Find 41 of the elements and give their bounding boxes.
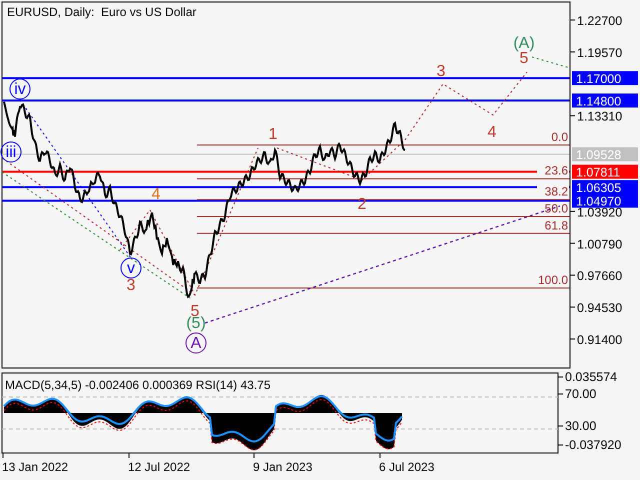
wave-label: iv xyxy=(14,81,26,98)
chart-title: EURUSD, Daily: Euro vs US Dollar xyxy=(7,5,196,19)
wave-projection-line xyxy=(532,56,570,68)
price-axis-label: 1.13310 xyxy=(577,110,622,124)
price-axis-label: 0.91400 xyxy=(577,333,622,347)
price-axis-label: 1.22700 xyxy=(577,14,622,28)
wave-label: 5 xyxy=(520,50,528,67)
fibonacci-label: 100.0 xyxy=(538,273,568,287)
indicator-axis-label: 30.00 xyxy=(565,419,596,433)
time-axis-label: 13 Jan 2022 xyxy=(2,460,68,474)
price-level-badge: 1.06305 xyxy=(572,180,638,196)
price-level-badge: 1.14800 xyxy=(572,94,638,109)
price-level-badge: 1.09528 xyxy=(572,147,638,162)
wave-label: 4 xyxy=(488,124,496,141)
price-axis-label: 1.00790 xyxy=(577,237,622,252)
price-axis-label: 0.94530 xyxy=(577,301,622,316)
wave-label: 4 xyxy=(152,186,160,203)
wave-label: A xyxy=(190,335,202,352)
wave-label: v xyxy=(127,260,135,277)
indicator-axis-label: -0.037920 xyxy=(565,438,622,452)
wave-label: (A) xyxy=(513,35,535,52)
fibonacci-label: 0.0 xyxy=(551,130,568,144)
wave-label: 1 xyxy=(268,126,278,143)
fibonacci-label: 23.6 xyxy=(544,164,568,178)
price-axis-label: 1.19570 xyxy=(577,46,622,60)
wave-label: 3 xyxy=(126,277,136,294)
fibonacci-label: 61.8 xyxy=(544,218,568,232)
price-level-badge: 1.04970 xyxy=(572,194,638,209)
fibonacci-label: 50.0 xyxy=(544,202,568,216)
indicator-axis-label: 70.00 xyxy=(565,387,596,401)
fibonacci-label: 38.2 xyxy=(544,184,568,199)
time-axis-label: 9 Jan 2023 xyxy=(253,460,312,474)
indicator-title: MACD(5,34,5) -0.002406 0.000369 RSI(14) 43.75 xyxy=(5,378,270,392)
time-axis-label: 6 Jul 2023 xyxy=(379,460,434,474)
time-axis-label: 12 Jul 2022 xyxy=(128,460,190,474)
wave-label: 3 xyxy=(436,63,446,80)
indicator-axis-label: 0.035574 xyxy=(565,370,618,384)
price-axis-label: 0.97660 xyxy=(577,269,622,284)
price-level-badge: 1.17000 xyxy=(572,71,638,86)
price-level-badge: 1.07811 xyxy=(572,164,638,180)
wave-label: iii xyxy=(6,144,16,161)
